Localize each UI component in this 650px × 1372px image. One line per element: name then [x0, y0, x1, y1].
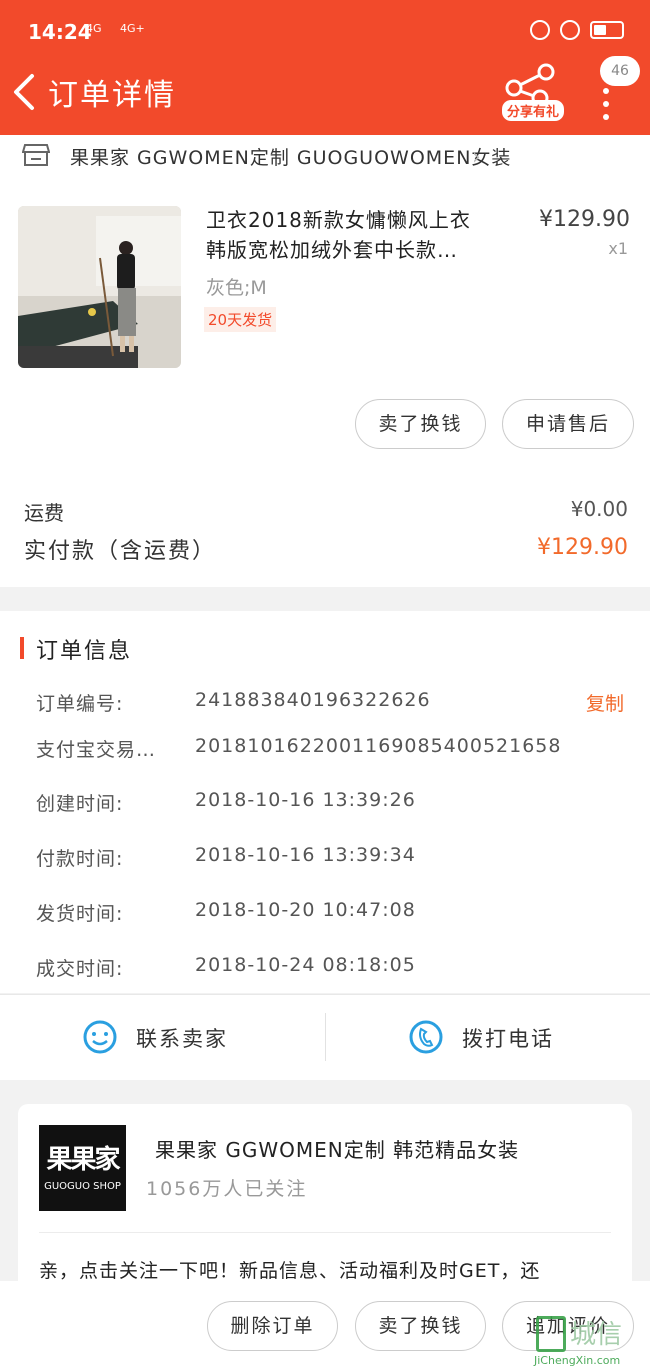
- chat-icon: [83, 1020, 117, 1054]
- status-icons: [530, 20, 624, 40]
- info-value: 241883840196322626: [195, 689, 431, 711]
- order-number-row: 订单编号: 241883840196322626 复制: [0, 689, 650, 719]
- completed-time-row: 成交时间: 2018-10-24 08:18:05: [0, 954, 650, 984]
- shop-logo-en: GUOGUO SHOP: [44, 1181, 121, 1192]
- shop-link[interactable]: 果果家 GGWOMEN定制 GUOGUOWOMEN女装 ›: [0, 135, 650, 177]
- store-icon: [22, 144, 50, 166]
- back-icon[interactable]: [8, 70, 44, 114]
- shipping-label: 运费: [24, 501, 64, 525]
- watermark-url: JiChengXin.com: [534, 1354, 621, 1367]
- info-key: 订单编号:: [36, 693, 124, 715]
- info-value: 2018101622001169085400521658: [195, 735, 562, 757]
- info-key: 付款时间:: [36, 848, 124, 870]
- created-time-row: 创建时间: 2018-10-16 13:39:26: [0, 789, 650, 819]
- info-key: 成交时间:: [36, 958, 124, 980]
- status-bar: 14:24 4G 4G+: [0, 0, 650, 66]
- contact-seller-label: 联系卖家: [136, 1027, 228, 1051]
- info-key: 创建时间:: [36, 793, 124, 815]
- shop-logo: 果果家 GUOGUO SHOP: [39, 1125, 126, 1211]
- section-accent-bar: [20, 637, 24, 659]
- call-phone-label: 拨打电话: [462, 1027, 554, 1051]
- product-quantity: x1: [608, 239, 628, 258]
- shop-card-name: 果果家 GGWOMEN定制 韩范精品女装: [155, 1138, 520, 1162]
- info-value: 2018-10-20 10:47:08: [195, 899, 416, 921]
- share-gift-label[interactable]: 分享有礼: [502, 100, 565, 121]
- lock-icon: [560, 20, 580, 40]
- product-photo: [18, 206, 181, 368]
- shop-logo-cn: 果果家: [46, 1145, 120, 1175]
- follow-prompt: 亲，点击关注一下吧！新品信息、活动福利及时GET，还: [39, 1260, 541, 1282]
- vibrate-icon: [530, 20, 550, 40]
- sell-for-cash-button[interactable]: 卖了换钱: [355, 399, 486, 449]
- product-name[interactable]: 卫衣2018新款女慵懒风上衣 韩版宽松加绒外套中长款…: [206, 205, 506, 265]
- product-image[interactable]: [18, 206, 181, 368]
- product-name-line: 韩版宽松加绒外套中长款…: [206, 238, 458, 262]
- order-info-section: 订单信息 订单编号: 241883840196322626 复制 支付宝交易… …: [0, 611, 650, 993]
- product-name-line: 卫衣2018新款女慵懒风上衣: [206, 208, 471, 232]
- paid-value: ¥129.90: [537, 535, 628, 560]
- ship-tag: 20天发货: [204, 307, 277, 332]
- signal-icon: 4G: [86, 22, 102, 35]
- product-price: ¥129.90: [539, 207, 630, 232]
- shop-name: 果果家 GGWOMEN定制 GUOGUOWOMEN女装: [70, 147, 512, 169]
- battery-icon: [590, 21, 624, 39]
- signal-icon: 4G+: [120, 22, 145, 35]
- chevron-right-icon: ›: [472, 145, 481, 170]
- shop-card[interactable]: 果果家 GUOGUO SHOP 果果家 GGWOMEN定制 韩范精品女装 105…: [18, 1104, 632, 1304]
- alipay-trade-row: 支付宝交易… 2018101622001169085400521658: [0, 735, 650, 765]
- shipped-time-row: 发货时间: 2018-10-20 10:47:08: [0, 899, 650, 929]
- phone-icon: [409, 1020, 443, 1054]
- paid-label: 实付款（含运费）: [24, 539, 217, 564]
- call-phone-button[interactable]: 拨打电话: [326, 995, 650, 1081]
- info-key: 支付宝交易…: [36, 739, 157, 761]
- after-sale-button[interactable]: 申请售后: [502, 399, 634, 449]
- divider: [39, 1232, 611, 1233]
- shipping-value: ¥0.00: [570, 497, 628, 521]
- contact-bar: 联系卖家 拨打电话: [0, 994, 650, 1080]
- watermark-text: 城信: [570, 1320, 623, 1350]
- sell-for-cash-button[interactable]: 卖了换钱: [355, 1301, 486, 1351]
- info-value: 2018-10-16 13:39:34: [195, 844, 416, 866]
- delete-order-button[interactable]: 删除订单: [207, 1301, 338, 1351]
- copy-button[interactable]: 复制: [586, 689, 624, 716]
- app-header: 14:24 4G 4G+ 订单详情 分享有礼 46: [0, 0, 650, 135]
- contact-seller-button[interactable]: 联系卖家: [0, 995, 325, 1081]
- order-item-section: 果果家 GGWOMEN定制 GUOGUOWOMEN女装 › 卫衣2018新款女慵…: [0, 135, 650, 587]
- status-time: 14:24: [28, 20, 92, 44]
- info-key: 发货时间:: [36, 903, 124, 925]
- order-info-title: 订单信息: [36, 639, 133, 664]
- order-detail-page: 14:24 4G 4G+ 订单详情 分享有礼 46 果果家 GGWOMEN定制 …: [0, 0, 650, 1372]
- info-value: 2018-10-24 08:18:05: [195, 954, 416, 976]
- product-sku: 灰色;M: [206, 277, 267, 299]
- page-title: 订单详情: [48, 78, 176, 113]
- watermark: 城信 JiChengXin.com: [528, 1312, 650, 1372]
- more-icon[interactable]: [603, 88, 611, 120]
- info-value: 2018-10-16 13:39:26: [195, 789, 416, 811]
- watermark-logo: [536, 1316, 566, 1352]
- shop-fans-count: 1056万人已关注: [146, 1178, 308, 1200]
- paid-time-row: 付款时间: 2018-10-16 13:39:34: [0, 844, 650, 874]
- message-badge[interactable]: 46: [600, 56, 640, 86]
